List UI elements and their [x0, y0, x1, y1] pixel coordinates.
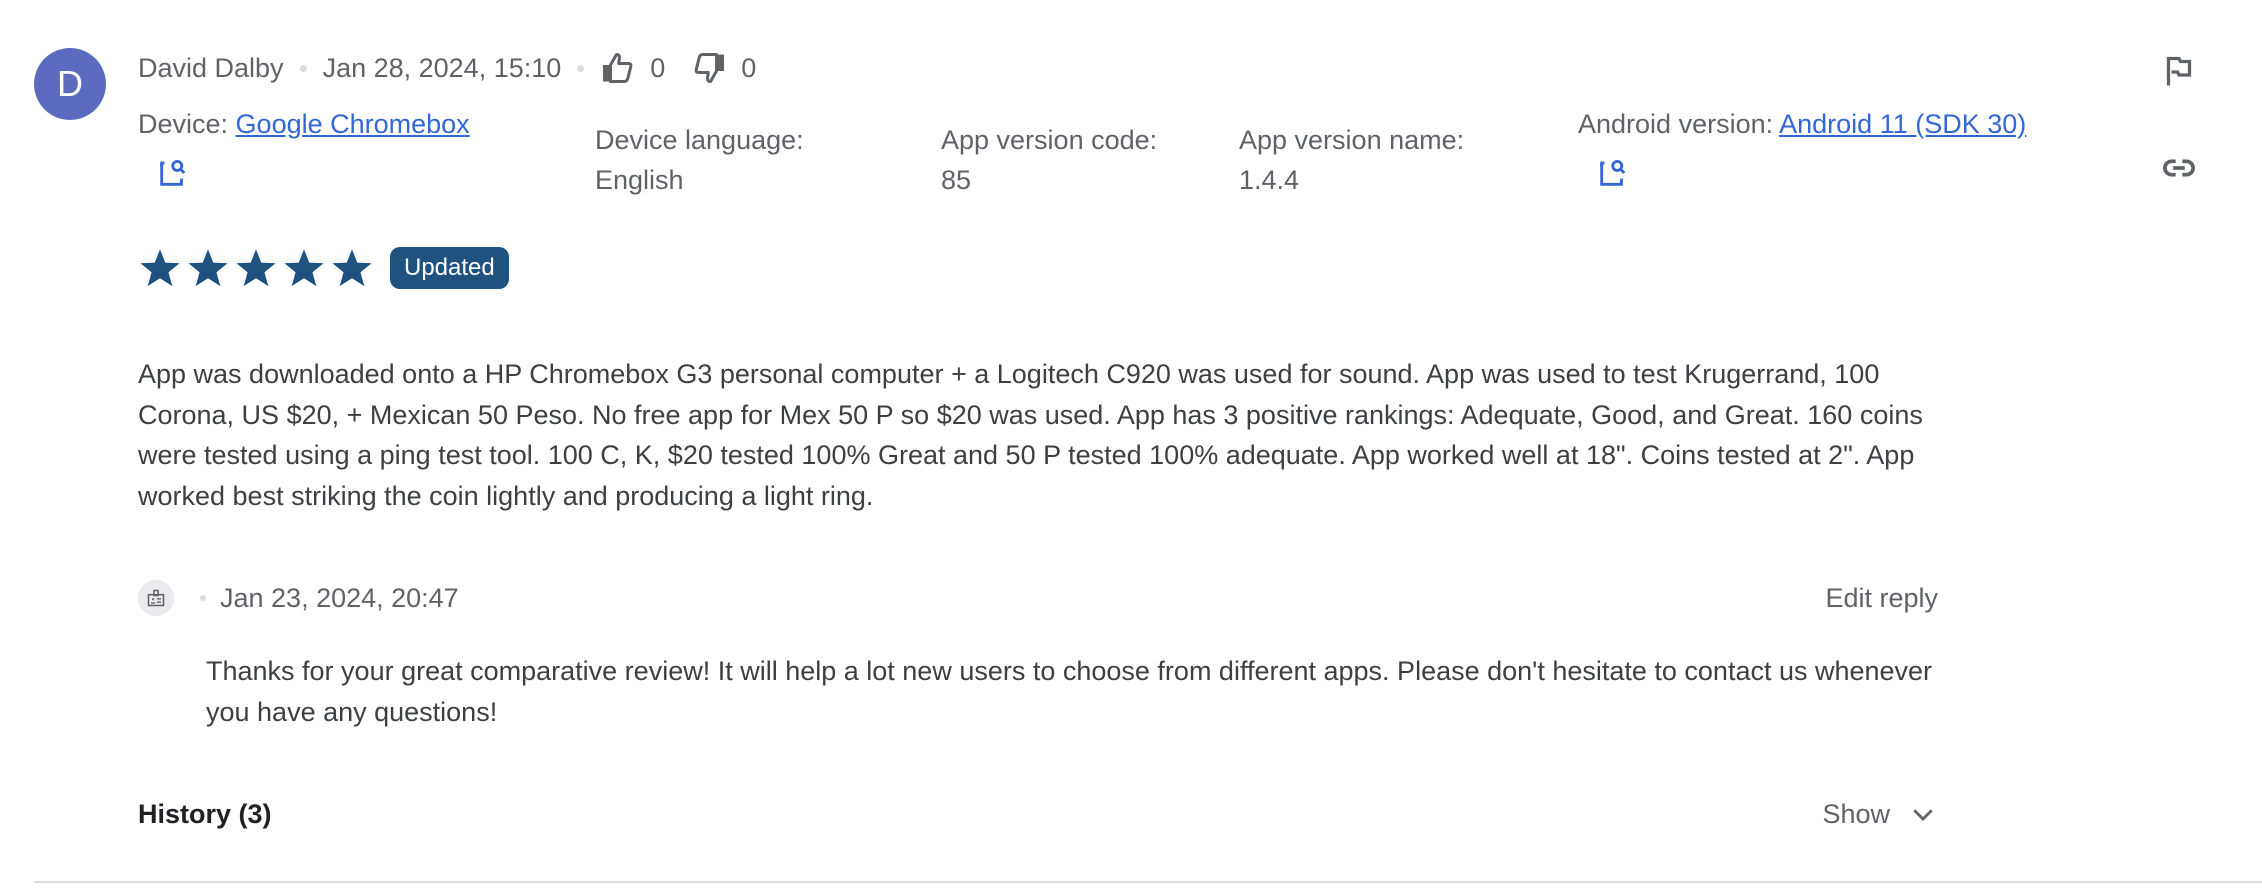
- thumbs-up-count: 0: [650, 52, 666, 83]
- device-language-info: Device language: English: [595, 120, 804, 200]
- updated-badge: Updated: [390, 247, 509, 289]
- flag-icon: [2166, 56, 2192, 86]
- star-icon: [188, 249, 228, 287]
- history-section: History (3) Show: [138, 794, 1938, 834]
- copy-link-button[interactable]: [2159, 148, 2199, 188]
- review-date: Jan 28, 2024, 15:10: [322, 52, 562, 83]
- review-card: D David Dalby Jan 28, 2024, 15:10 0 0 De…: [0, 0, 2262, 890]
- star-icon: [332, 249, 372, 287]
- thumbs-up-button[interactable]: 0: [600, 50, 691, 86]
- author-initial: D: [57, 63, 83, 104]
- star-icon: [140, 249, 180, 287]
- separator-dot: [200, 595, 206, 601]
- reply-header: Jan 23, 2024, 20:47 Edit reply: [138, 580, 1938, 616]
- show-history-button[interactable]: Show: [1822, 799, 1938, 830]
- app-version-name-info: App version name: 1.4.4: [1239, 120, 1464, 200]
- review-header: David Dalby Jan 28, 2024, 15:10 0 0: [138, 48, 782, 88]
- divider: [34, 881, 2262, 883]
- separator-dot: [577, 64, 585, 72]
- android-version-info: Android version: Android 11 (SDK 30): [1578, 104, 2026, 190]
- device-link[interactable]: Google Chromebox: [236, 109, 470, 139]
- reply-text: Thanks for your great comparative review…: [206, 656, 1933, 727]
- star-icon: [236, 249, 276, 287]
- link-icon: [2163, 159, 2195, 177]
- app-version-code-value: 85: [941, 165, 972, 195]
- device-info: Device: Google Chromebox: [138, 104, 470, 190]
- stars-container: [138, 246, 378, 290]
- device-label: Device:: [138, 109, 229, 139]
- thumbs-down-count: 0: [741, 52, 757, 83]
- separator-dot: [299, 64, 307, 72]
- app-version-name-label: App version name:: [1239, 125, 1465, 155]
- report-button[interactable]: [2159, 52, 2199, 92]
- show-label: Show: [1822, 798, 1890, 829]
- image-search-icon[interactable]: [156, 156, 190, 190]
- android-version-link[interactable]: Android 11 (SDK 30): [1779, 109, 2026, 139]
- review-text: App was downloaded onto a HP Chromebox G…: [138, 359, 1923, 511]
- author-avatar: D: [34, 48, 106, 120]
- app-version-name-value: 1.4.4: [1239, 165, 1300, 195]
- device-language-value: English: [595, 165, 684, 195]
- star-rating: Updated: [138, 246, 509, 290]
- app-version-code-info: App version code: 85: [941, 120, 1157, 200]
- android-version-label: Android version:: [1578, 109, 1774, 139]
- device-language-label: Device language:: [595, 125, 804, 155]
- thumbs-down-button[interactable]: 0: [691, 50, 782, 86]
- reply-avatar: [138, 580, 174, 616]
- history-label: History (3): [138, 798, 272, 829]
- chevron-down-icon: [1913, 809, 1933, 821]
- app-version-code-label: App version code:: [941, 125, 1158, 155]
- thumbs-up-icon: [603, 53, 633, 83]
- image-search-icon[interactable]: [1596, 156, 1630, 190]
- author-name: David Dalby: [138, 52, 284, 83]
- star-icon: [284, 249, 324, 287]
- developer-badge-icon: [147, 589, 165, 607]
- thumbs-down-icon: [694, 53, 725, 83]
- reply-date: Jan 23, 2024, 20:47: [220, 582, 459, 613]
- edit-reply-button[interactable]: Edit reply: [1825, 583, 1938, 614]
